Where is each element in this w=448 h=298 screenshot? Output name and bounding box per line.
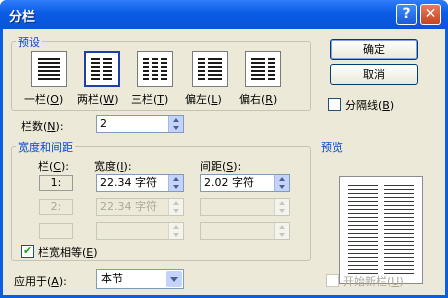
preset-right-label[interactable]: 偏右(R) xyxy=(239,91,277,107)
spacing-header-text: 间距 xyxy=(200,160,222,173)
preset-one-column-text: 一栏 xyxy=(24,93,46,106)
columns-count-label: 栏数(N): xyxy=(21,120,64,133)
dialog-client: 预设 一栏(O) 两栏(W) 三栏(T) 偏左(L) 偏右(R) 确定 取消 分… xyxy=(3,29,445,295)
new-column-checkbox[interactable] xyxy=(326,274,339,287)
column-1-width-value: 22.34 字符 xyxy=(100,176,157,189)
preset-two-columns-label[interactable]: 两栏(W) xyxy=(77,91,118,107)
dialog-title: 分栏 xyxy=(9,10,36,25)
preset-three-columns[interactable] xyxy=(137,51,173,87)
preset-right[interactable] xyxy=(245,51,281,87)
dialog-window: 分栏 ? ✕ 预设 一栏(O) 两栏(W) 三栏(T) 偏左(L) 偏右(R) … xyxy=(0,0,448,298)
column-2-spacing-stepper[interactable] xyxy=(200,198,290,216)
new-column-text: 开始新栏 xyxy=(343,275,387,288)
two-columns-icon xyxy=(91,58,112,80)
preset-two-columns-key: W xyxy=(103,93,115,106)
apply-to-text: 应用于 xyxy=(14,275,47,288)
column-3-spacing-stepper[interactable] xyxy=(200,222,290,240)
column-1-width-stepper[interactable]: 22.34 字符 xyxy=(96,174,184,192)
new-column-key: U xyxy=(391,275,400,288)
columns-count-value: 2 xyxy=(100,117,107,130)
columns-count-key: N xyxy=(47,120,56,133)
title-bar[interactable]: 分栏 ? ✕ xyxy=(0,0,448,29)
col-header-text: 栏 xyxy=(38,160,49,173)
width-spacing-group-label: 宽度和间距 xyxy=(16,139,75,155)
one-column-icon xyxy=(38,58,60,80)
apply-to-select[interactable]: 本节 xyxy=(96,269,184,289)
column-3-width-stepper[interactable] xyxy=(96,222,184,240)
divider-key: B xyxy=(382,99,390,112)
equal-width-label[interactable]: 栏宽相等(E) xyxy=(38,244,98,260)
chevron-down-icon[interactable] xyxy=(166,271,182,287)
column-3-width-spin-icon[interactable] xyxy=(168,223,183,239)
preset-left-label[interactable]: 偏左(L) xyxy=(185,91,222,107)
column-2-width-spin-icon[interactable] xyxy=(168,199,183,215)
columns-count-spin-icon[interactable] xyxy=(168,116,183,132)
preset-right-text: 偏右 xyxy=(239,93,261,106)
column-2-width-value: 22.34 字符 xyxy=(100,200,157,213)
column-1-spacing-value: 2.02 字符 xyxy=(204,176,254,189)
preset-left[interactable] xyxy=(192,51,228,87)
column-3-spacing-spin-icon[interactable] xyxy=(274,223,289,239)
col-header-key: C xyxy=(53,160,61,173)
preset-one-column-label[interactable]: 一栏(O) xyxy=(24,91,63,107)
preset-left-key: L xyxy=(211,93,218,106)
cancel-button[interactable]: 取消 xyxy=(330,64,418,85)
three-columns-icon xyxy=(143,58,167,80)
apply-to-value: 本节 xyxy=(101,272,123,285)
preset-one-column-key: O xyxy=(50,93,59,106)
divider-label[interactable]: 分隔线(B) xyxy=(345,97,394,113)
width-header: 宽度(I): xyxy=(94,160,132,173)
preview-page-lines xyxy=(348,185,414,274)
preview-page xyxy=(339,176,423,284)
preset-three-columns-label[interactable]: 三栏(T) xyxy=(131,91,168,107)
preset-two-columns[interactable] xyxy=(84,51,120,87)
equal-width-key: E xyxy=(86,246,94,259)
new-column-label[interactable]: 开始新栏(U) xyxy=(343,273,404,289)
column-2-spacing-spin-icon[interactable] xyxy=(274,199,289,215)
presets-group-label: 预设 xyxy=(16,34,42,50)
preset-right-key: R xyxy=(265,93,273,106)
preset-one-column[interactable] xyxy=(31,51,67,87)
apply-to-key: A xyxy=(51,275,59,288)
column-3-number xyxy=(39,223,73,239)
column-1-spacing-spin-icon[interactable] xyxy=(274,175,289,191)
column-1-width-spin-icon[interactable] xyxy=(168,175,183,191)
preset-three-columns-text: 三栏 xyxy=(131,93,153,106)
preset-three-columns-key: T xyxy=(157,93,165,106)
divider-text: 分隔线 xyxy=(345,99,378,112)
columns-count-stepper[interactable]: 2 xyxy=(96,115,184,133)
preset-left-text: 偏左 xyxy=(185,93,207,106)
equal-width-text: 栏宽相等 xyxy=(38,246,82,259)
spacing-header: 间距(S): xyxy=(200,160,242,173)
spacing-header-key: S xyxy=(226,160,234,173)
left-columns-icon xyxy=(198,58,222,80)
width-header-key: I xyxy=(120,160,124,173)
width-header-text: 宽度 xyxy=(94,160,116,173)
col-header: 栏(C): xyxy=(38,160,69,173)
column-1-spacing-stepper[interactable]: 2.02 字符 xyxy=(200,174,290,192)
columns-count-text: 栏数 xyxy=(21,120,43,133)
ok-button[interactable]: 确定 xyxy=(330,39,418,60)
help-button[interactable]: ? xyxy=(396,4,417,25)
column-2-number: 2: xyxy=(39,199,73,215)
right-columns-icon xyxy=(251,58,275,80)
preset-two-columns-text: 两栏 xyxy=(77,93,99,106)
apply-to-label: 应用于(A): xyxy=(14,275,67,288)
column-2-width-stepper[interactable]: 22.34 字符 xyxy=(96,198,184,216)
equal-width-checkbox[interactable] xyxy=(21,244,34,258)
close-button[interactable]: ✕ xyxy=(420,4,441,25)
column-1-number: 1: xyxy=(39,175,73,191)
divider-checkbox[interactable] xyxy=(328,98,341,111)
preview-label: 预览 xyxy=(321,141,343,154)
